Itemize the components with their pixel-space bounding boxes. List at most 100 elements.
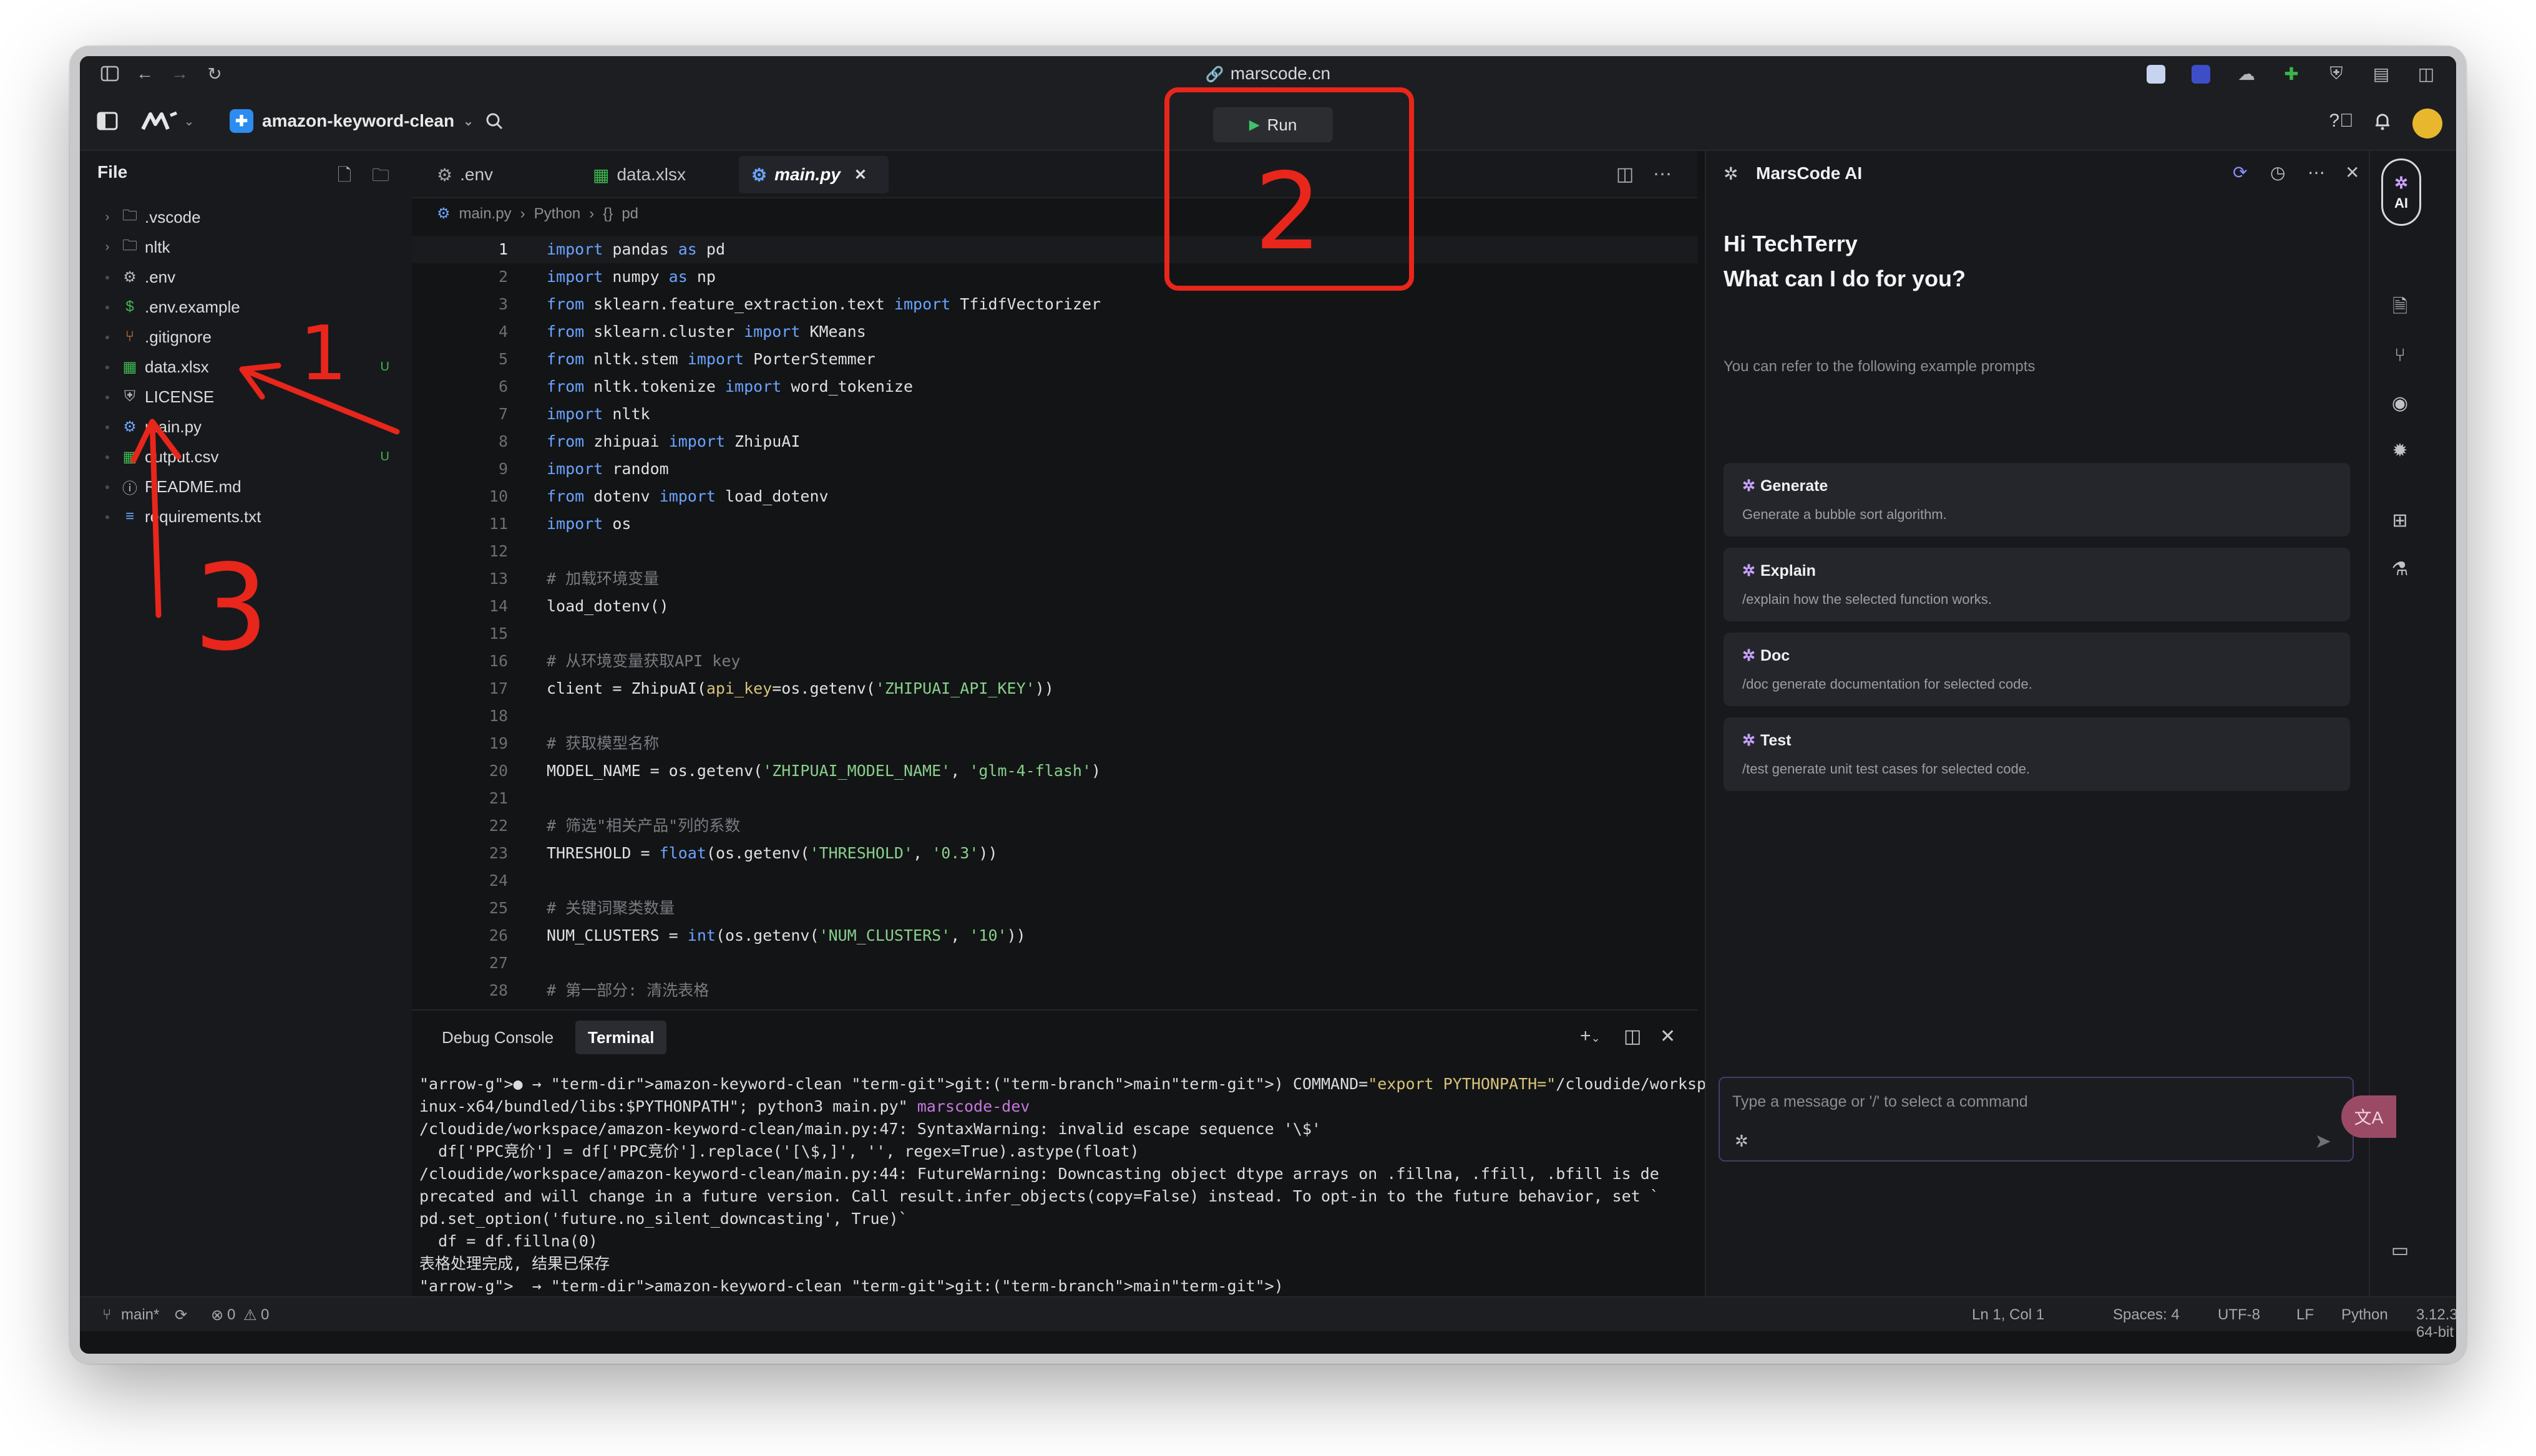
flag-extension-icon[interactable] [2147, 65, 2165, 84]
code-line[interactable]: from nltk.stem import PorterStemmer [547, 346, 1685, 373]
bug-icon[interactable]: ✹ [2381, 432, 2419, 469]
breadcrumb-language[interactable]: Python [534, 205, 581, 223]
flask-icon[interactable]: ⚗ [2381, 550, 2419, 588]
python-interpreter[interactable]: 3.12.3 64-bit [2416, 1306, 2456, 1341]
code-line[interactable] [547, 538, 1685, 565]
new-folder-icon[interactable]: 🗀 [368, 162, 393, 187]
document-search-icon[interactable]: 🗎 [2381, 289, 2419, 327]
file-tree-item[interactable]: ● ⓘ README.md [80, 472, 412, 502]
code-line[interactable] [547, 949, 1685, 977]
code-line[interactable]: # 加载环境变量 [547, 565, 1685, 593]
prompt-card[interactable]: ✲ Test/test generate unit test cases for … [1724, 717, 2350, 791]
panel-toggle-icon[interactable] [92, 106, 122, 136]
run-button[interactable]: ▶ Run [1213, 107, 1333, 142]
code-line[interactable]: import numpy as np [547, 263, 1685, 291]
code-line[interactable]: # 从环境变量获取API key [547, 648, 1685, 675]
code-line[interactable]: import nltk [547, 400, 1685, 428]
ai-activity-button[interactable]: ✲ AI [2381, 158, 2421, 226]
line-ending[interactable]: LF [2296, 1306, 2314, 1324]
tab-env[interactable]: ⚙ .env [424, 156, 562, 193]
close-tab-icon[interactable]: ✕ [854, 166, 867, 184]
sync-icon[interactable]: ⟳ [175, 1306, 187, 1324]
translate-icon[interactable]: 文A [2341, 1095, 2396, 1138]
close-panel-icon[interactable]: ✕ [1660, 1026, 1675, 1047]
code-line[interactable]: # 获取模型名称 [547, 730, 1685, 757]
sparkle-icon[interactable]: ✲ [1735, 1132, 1748, 1151]
source-control-icon[interactable]: ⑂ [2381, 337, 2419, 374]
bell-icon[interactable] [2368, 106, 2397, 136]
code-line[interactable]: # 关键词聚类数量 [547, 895, 1685, 922]
address-bar[interactable]: 🔗 marscode.cn [80, 61, 2456, 86]
code-line[interactable]: import pandas as pd [547, 236, 1685, 263]
encoding[interactable]: UTF-8 [2218, 1306, 2260, 1324]
file-tree-item[interactable]: › 🗀 .vscode [80, 202, 412, 232]
error-count[interactable]: 0 [227, 1306, 235, 1324]
code-line[interactable]: from dotenv import load_dotenv [547, 483, 1685, 510]
tab-terminal[interactable]: Terminal [575, 1021, 667, 1054]
tab-debug-console[interactable]: Debug Console [429, 1021, 566, 1054]
terminal-output[interactable]: "arrow-g">● → "term-dir">amazon-keyword-… [419, 1073, 2204, 1298]
new-file-icon[interactable]: 🗋 [332, 162, 357, 187]
code-line[interactable]: THRESHOLD = float(os.getenv('THRESHOLD',… [547, 840, 1685, 867]
file-tree-item[interactable]: › 🗀 nltk [80, 232, 412, 262]
tab-data-xlsx[interactable]: ▦ data.xlsx [580, 156, 718, 193]
file-tree-item[interactable]: ● ▦ data.xlsx U [80, 352, 412, 382]
warning-count[interactable]: 0 [261, 1306, 269, 1324]
code-line[interactable]: from sklearn.feature_extraction.text imp… [547, 291, 1685, 318]
file-tree-item[interactable]: ● ⚙ main.py [80, 412, 412, 442]
code-line[interactable]: MODEL_NAME = os.getenv('ZHIPUAI_MODEL_NA… [547, 757, 1685, 785]
avatar[interactable] [2412, 109, 2442, 138]
file-tree-item[interactable]: ● ≡ requirements.txt [80, 502, 412, 531]
file-tree-item[interactable]: ● ▦ output.csv U [80, 442, 412, 472]
extension-icon[interactable] [2192, 65, 2210, 84]
shield-extension-icon[interactable]: ⛨ [2324, 61, 2349, 86]
search-icon[interactable] [479, 106, 509, 136]
code-line[interactable]: client = ZhipuAI(api_key=os.getenv('ZHIP… [547, 675, 1685, 702]
cursor-position[interactable]: Ln 1, Col 1 [1972, 1306, 2044, 1324]
file-tree-item[interactable]: ● $ .env.example [80, 292, 412, 322]
panel-bottom-icon[interactable]: ▭ [2381, 1231, 2419, 1269]
code-line[interactable]: load_dotenv() [547, 593, 1685, 620]
eye-icon[interactable]: ◉ [2381, 384, 2419, 422]
code-line[interactable]: from zhipuai import ZhipuAI [547, 428, 1685, 455]
extensions-icon[interactable]: ⊞ [2381, 502, 2419, 539]
breadcrumb-file[interactable]: main.py [459, 205, 512, 223]
code-line[interactable]: # 筛选"相关产品"列的系数 [547, 812, 1685, 840]
cloud-extension-icon[interactable]: ☁ [2234, 61, 2259, 86]
add-terminal-icon[interactable]: +⌄ [1580, 1026, 1601, 1047]
code-line[interactable]: # 第一部分: 清洗表格 [547, 977, 1685, 1004]
split-terminal-icon[interactable]: ◫ [1624, 1026, 1641, 1047]
code-line[interactable]: import os [547, 510, 1685, 538]
file-tree-item[interactable]: ● ⛨ LICENSE [80, 382, 412, 412]
code-line[interactable]: from nltk.tokenize import word_tokenize [547, 373, 1685, 400]
split-view-icon[interactable]: ◫ [2414, 61, 2439, 86]
breadcrumb-symbol[interactable]: pd [622, 205, 638, 223]
send-icon[interactable]: ➤ [2314, 1129, 2331, 1153]
file-tree-item[interactable]: ● ⑂ .gitignore [80, 322, 412, 352]
code-line[interactable]: import random [547, 455, 1685, 483]
code-line[interactable]: NUM_CLUSTERS = int(os.getenv('NUM_CLUSTE… [547, 922, 1685, 949]
code-line[interactable] [547, 785, 1685, 812]
close-icon[interactable]: ✕ [2345, 162, 2359, 183]
code-line[interactable]: from sklearn.cluster import KMeans [547, 318, 1685, 346]
new-chat-icon[interactable]: ⟳ [2233, 162, 2247, 183]
code-line[interactable] [547, 702, 1685, 730]
history-icon[interactable]: ◷ [2270, 162, 2285, 183]
project-selector[interactable]: ✚ amazon-keyword-clean ⌄ [230, 106, 474, 136]
chat-input[interactable] [1732, 1089, 2294, 1114]
code-line[interactable] [547, 620, 1685, 648]
puzzle-extension-icon[interactable]: ✚ [2279, 61, 2304, 86]
prompt-card[interactable]: ✲ Generate Generate a bubble sort algorith… [1724, 463, 2350, 536]
language-mode[interactable]: Python [2341, 1306, 2388, 1324]
marscode-logo-icon[interactable]: ⌄ [136, 106, 198, 136]
more-actions-icon[interactable]: ⋯ [1650, 163, 1675, 188]
file-tree-item[interactable]: ● ⚙ .env [80, 262, 412, 292]
help-icon[interactable]: ?⃝ [2326, 106, 2356, 136]
code-line[interactable] [547, 867, 1685, 895]
tab-main-py[interactable]: ⚙ main.py ✕ [739, 156, 889, 193]
prompt-card[interactable]: ✲ Explain/explain how the selected functi… [1724, 548, 2350, 621]
more-icon[interactable]: ⋯ [2308, 162, 2325, 183]
split-editor-icon[interactable]: ◫ [1612, 163, 1637, 188]
code-area[interactable]: 1 import pandas as pd 2 import numpy as np 3… [412, 236, 1697, 1009]
branch-name[interactable]: main* [121, 1306, 159, 1324]
